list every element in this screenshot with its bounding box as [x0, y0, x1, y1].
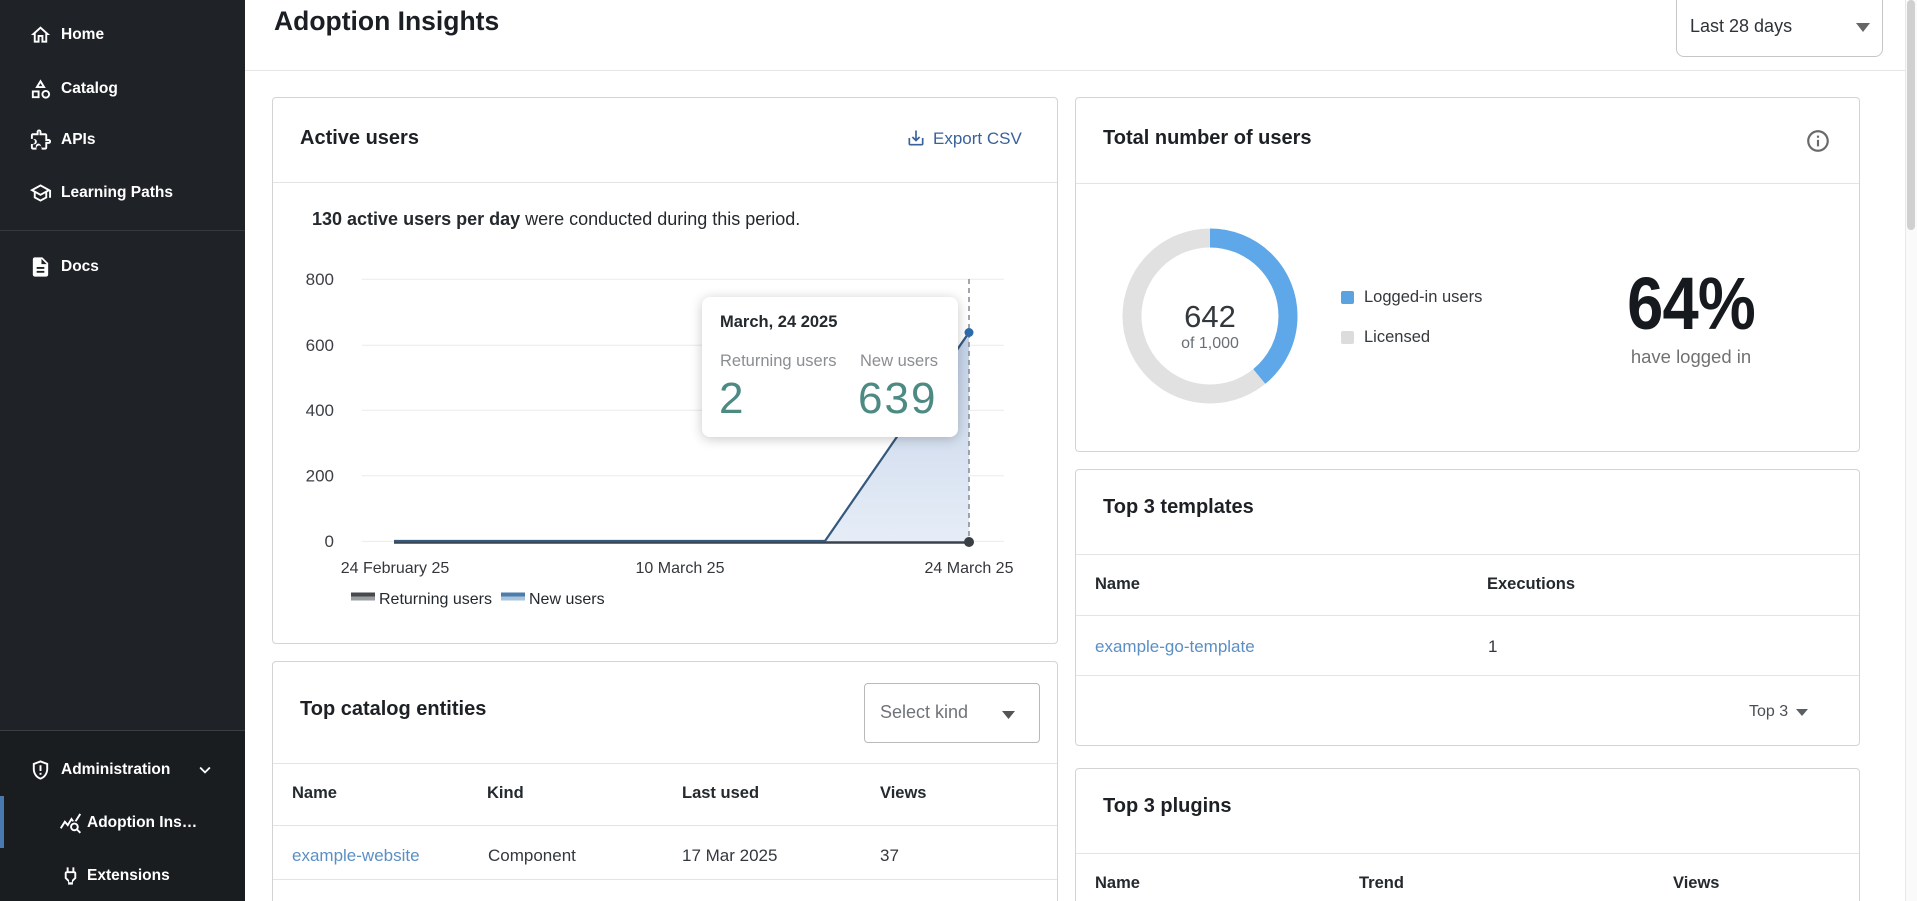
svg-text:24 March 25: 24 March 25 — [925, 560, 1014, 577]
svg-text:24 February 25: 24 February 25 — [341, 560, 450, 577]
svg-text:400: 400 — [306, 401, 334, 420]
svg-text:800: 800 — [306, 270, 334, 289]
svg-text:600: 600 — [306, 336, 334, 355]
svg-text:Returning users: Returning users — [379, 591, 492, 608]
svg-text:of 1,000: of 1,000 — [1181, 335, 1239, 352]
svg-text:New users: New users — [529, 591, 605, 608]
svg-text:0: 0 — [325, 532, 334, 551]
svg-text:10 March 25: 10 March 25 — [636, 560, 725, 577]
svg-text:200: 200 — [306, 467, 334, 486]
svg-text:642: 642 — [1184, 299, 1236, 334]
